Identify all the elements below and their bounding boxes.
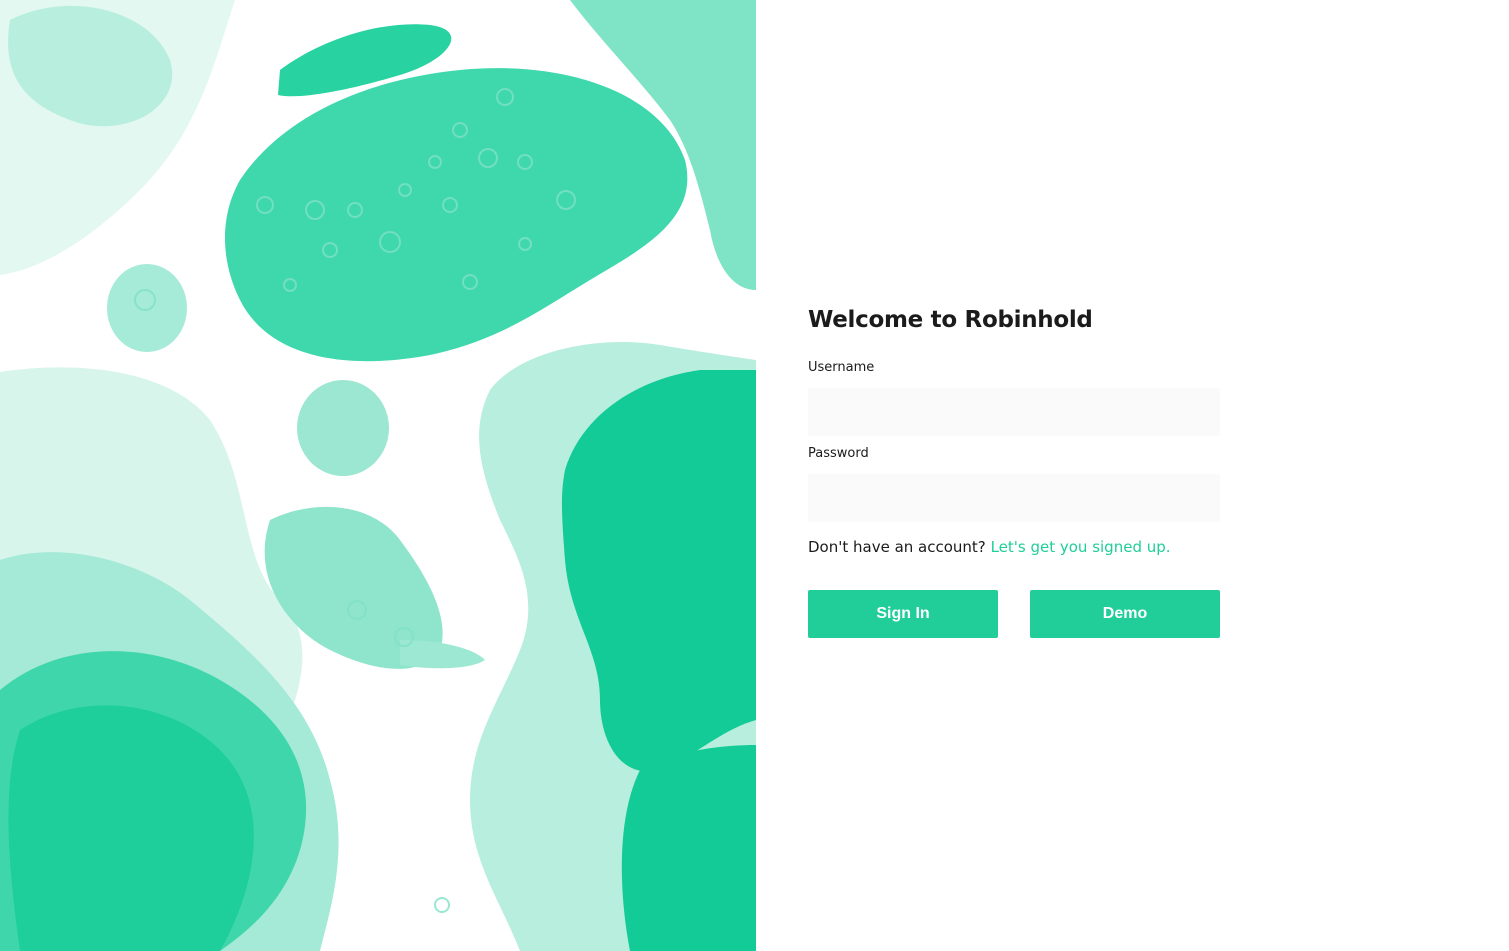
password-label: Password bbox=[808, 446, 869, 461]
username-label: Username bbox=[808, 360, 875, 375]
signup-link[interactable]: Let's get you signed up. bbox=[991, 538, 1171, 556]
action-buttons: Sign In Demo bbox=[808, 590, 1220, 638]
username-input[interactable] bbox=[808, 388, 1220, 436]
login-panel: Welcome to Robinhold Username Password D… bbox=[756, 0, 1509, 951]
no-account-text: Don't have an account? bbox=[808, 538, 986, 556]
page-title: Welcome to Robinhold bbox=[808, 307, 1093, 333]
password-input[interactable] bbox=[808, 474, 1220, 522]
watercolor-background-art bbox=[0, 0, 756, 951]
sign-in-button[interactable]: Sign In bbox=[808, 590, 998, 638]
demo-button[interactable]: Demo bbox=[1030, 590, 1220, 638]
login-form: Welcome to Robinhold Username Password D… bbox=[808, 300, 1220, 638]
signup-prompt: Don't have an account? Let's get you sig… bbox=[808, 537, 1220, 557]
